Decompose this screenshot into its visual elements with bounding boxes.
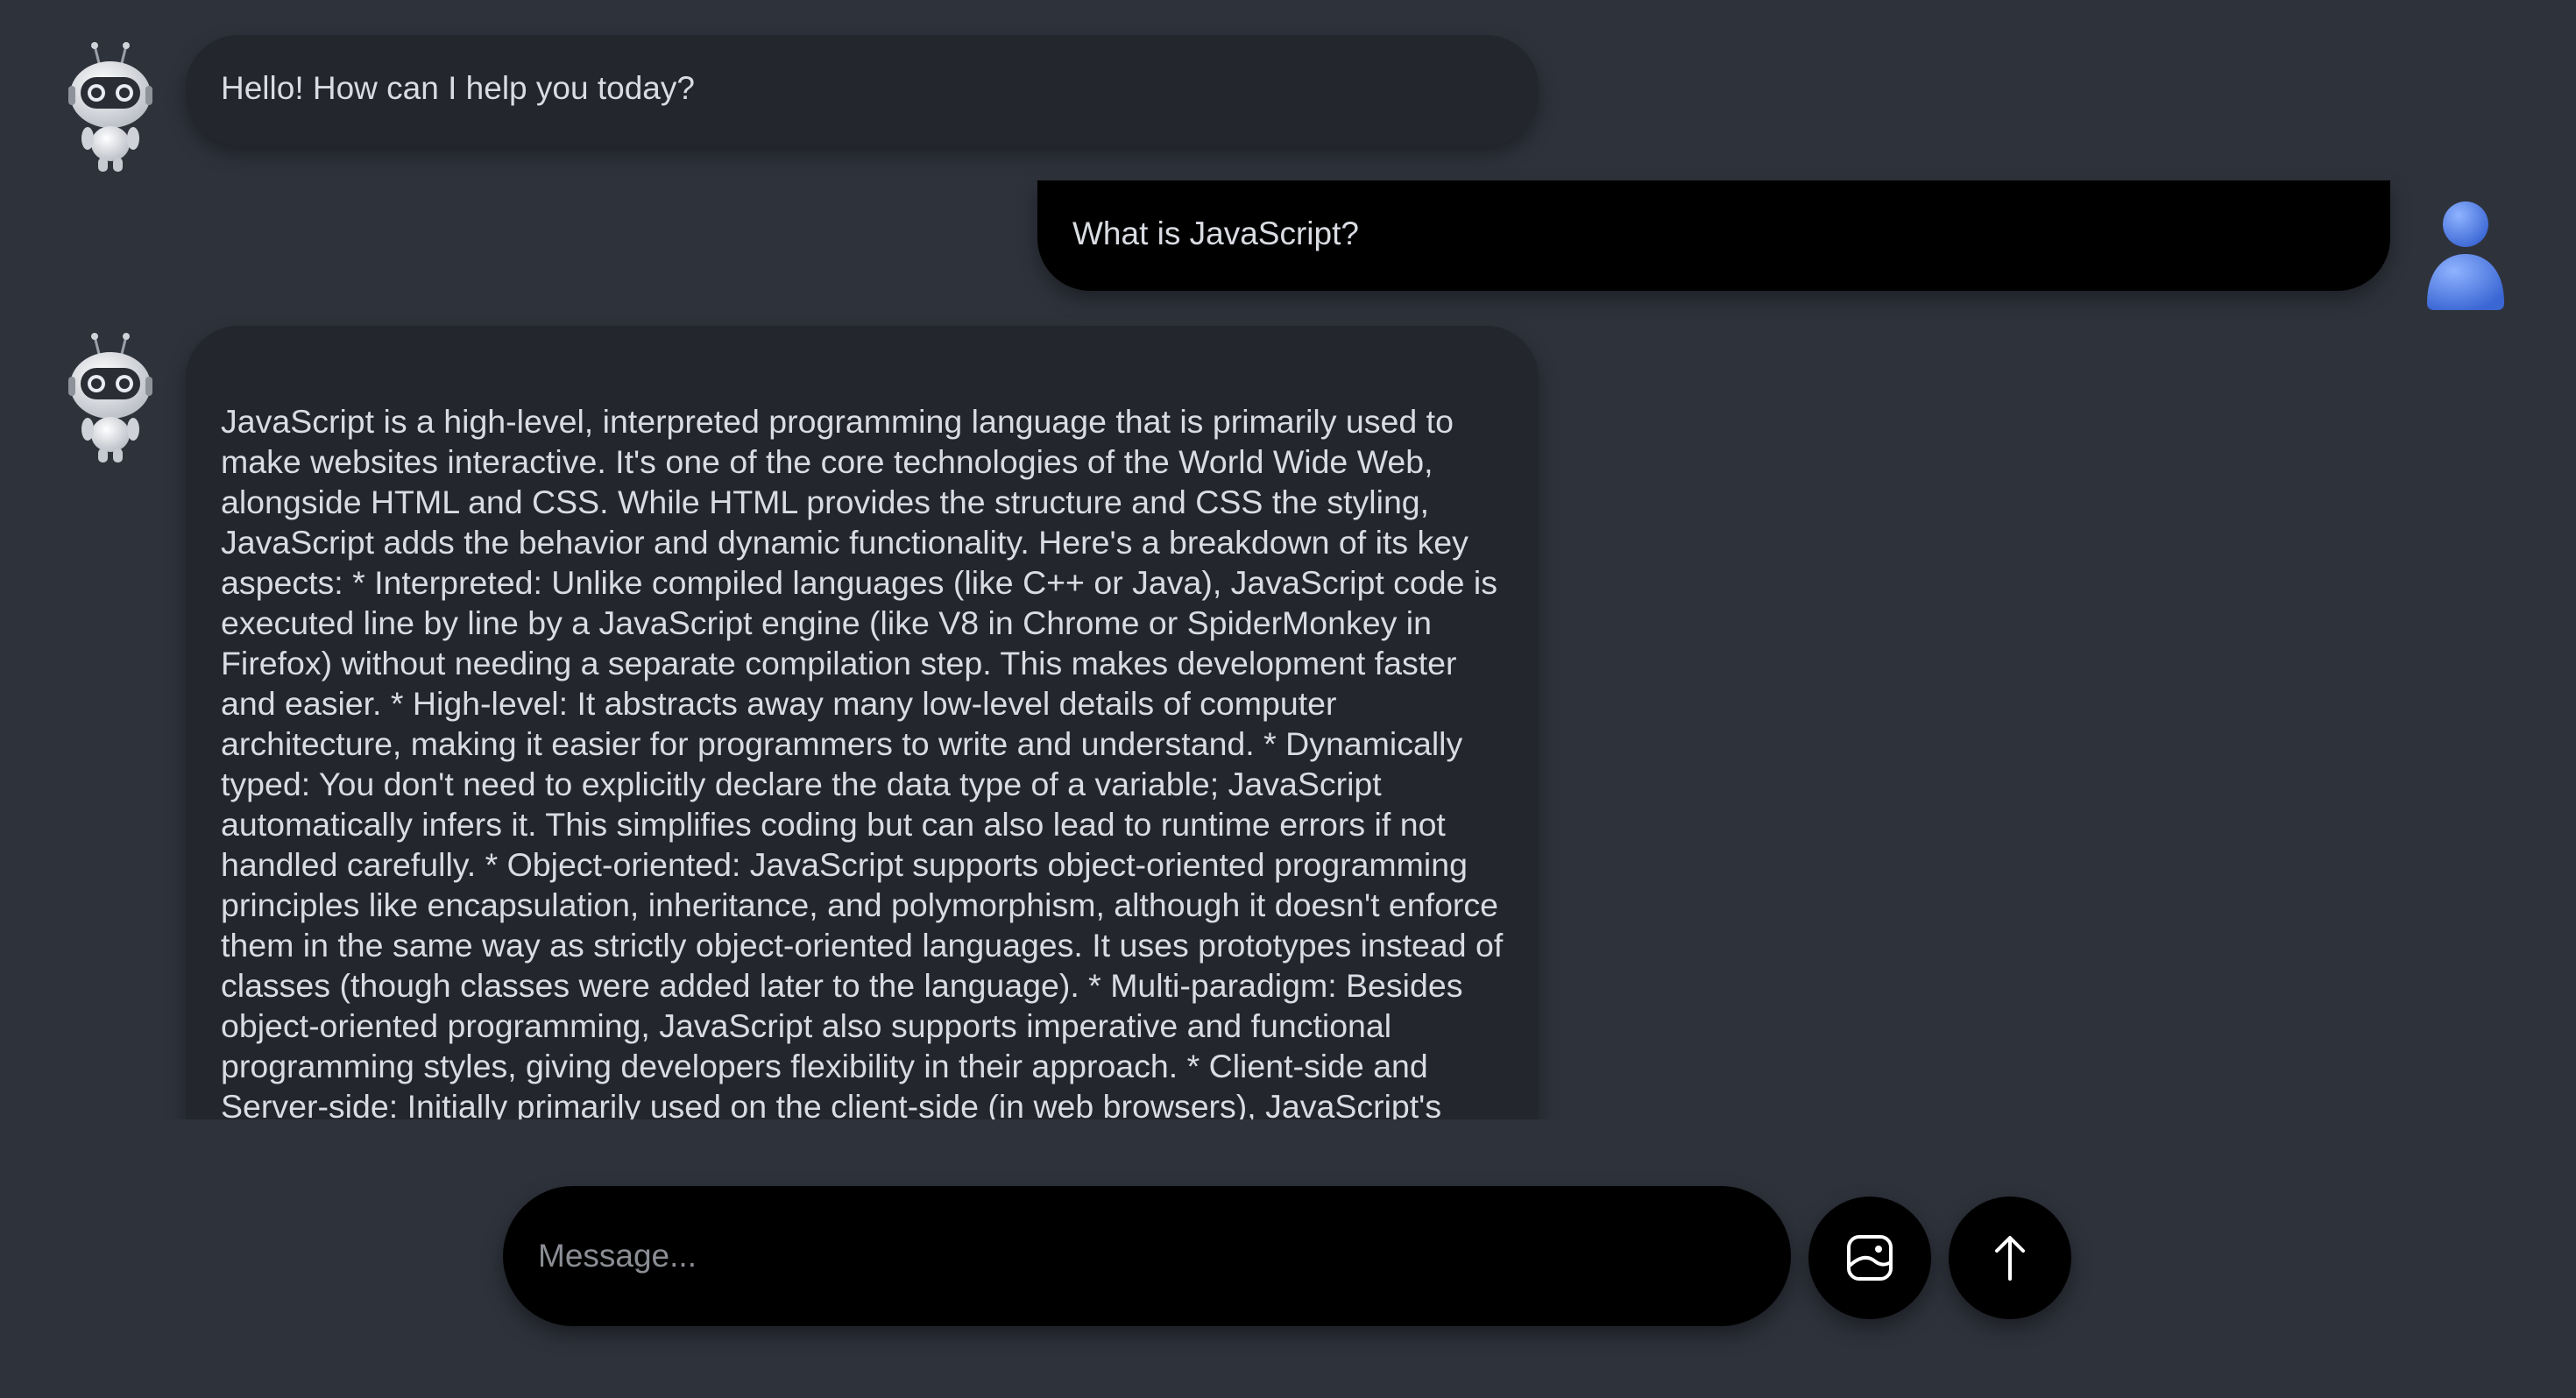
robot-icon (67, 40, 154, 177)
user-icon (2424, 198, 2508, 312)
message-text: JavaScript is a high-level, interpreted … (221, 403, 1504, 1119)
user-message: What is JavaScript? (1037, 180, 2390, 291)
message-list[interactable]: Hello! How can I help you today? What is… (0, 0, 2576, 1119)
message-text: What is JavaScript? (1072, 215, 1359, 251)
image-upload-button[interactable] (1808, 1197, 1931, 1319)
robot-icon (67, 331, 154, 468)
message-composer (503, 1186, 1791, 1326)
message-text: Hello! How can I help you today? (221, 70, 695, 106)
bot-message: JavaScript is a high-level, interpreted … (186, 326, 1539, 1119)
arrow-up-icon (1995, 1236, 2025, 1281)
image-upload-icon (1847, 1235, 1893, 1281)
chat-app: Hello! How can I help you today? What is… (0, 0, 2576, 1398)
send-button[interactable] (1949, 1197, 2071, 1319)
bot-message: Hello! How can I help you today? (186, 35, 1539, 145)
message-input[interactable] (538, 1238, 1756, 1274)
